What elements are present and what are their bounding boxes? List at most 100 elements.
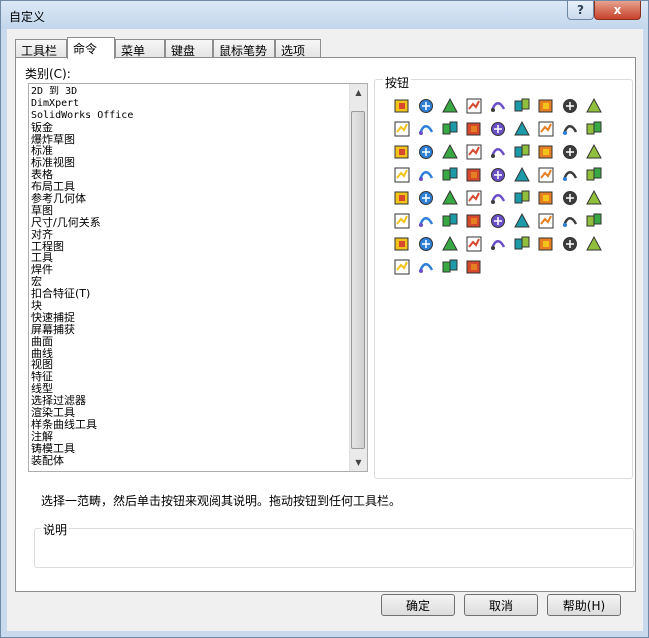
dotted-arc-icon[interactable] [537,189,555,207]
flowchart-icon[interactable] [417,97,435,115]
category-item[interactable]: 选择过滤器 [31,395,349,407]
steps-icon[interactable] [513,97,531,115]
gear-icon[interactable] [393,143,411,161]
frame-icon[interactable] [513,120,531,138]
category-item[interactable]: 注解 [31,431,349,443]
dot-grid-icon[interactable] [489,212,507,230]
bar-step-icon[interactable] [465,258,483,276]
list-icon[interactable] [393,189,411,207]
table-icon[interactable] [393,166,411,184]
category-item[interactable]: 渲染工具 [31,407,349,419]
category-item[interactable]: 屏幕捕获 [31,324,349,336]
category-item[interactable]: 对齐 [31,229,349,241]
green-rects-icon[interactable] [489,235,507,253]
close-button[interactable]: x [594,1,641,20]
spline-icon[interactable] [585,189,603,207]
bar-chart-icon[interactable] [489,120,507,138]
category-item[interactable]: 曲线 [31,348,349,360]
category-item[interactable]: 特征 [31,371,349,383]
sketch-box-icon[interactable] [561,212,579,230]
target-icon[interactable] [537,97,555,115]
assembly-icon[interactable] [537,235,555,253]
rotate-icon[interactable] [513,235,531,253]
point-plus-icon[interactable] [393,212,411,230]
snap-grid-icon[interactable] [465,212,483,230]
category-item[interactable]: 曲面 [31,336,349,348]
graph-icon[interactable] [513,212,531,230]
category-item[interactable]: 块 [31,300,349,312]
pattern-dots-icon[interactable] [417,235,435,253]
save-disk-icon[interactable] [537,143,555,161]
picture-icon[interactable] [513,166,531,184]
category-scrollbar[interactable]: ▲ ▼ [349,84,367,471]
screen-icon[interactable] [393,258,411,276]
category-item[interactable]: 线型 [31,383,349,395]
tab-mouse-gestures[interactable]: 鼠标笔势 [213,39,275,58]
tab-options[interactable]: 选项 [275,39,321,58]
percent-icon[interactable] [465,143,483,161]
line-icon[interactable] [441,189,459,207]
stairs-icon[interactable] [585,97,603,115]
chart-axis-icon[interactable] [489,166,507,184]
spiral-icon[interactable] [489,97,507,115]
pie-chart-icon[interactable] [585,120,603,138]
cube-yellow-icon[interactable] [585,212,603,230]
printer-icon[interactable] [585,166,603,184]
scroll-up-icon[interactable]: ▲ [350,84,367,101]
text-a-icon[interactable] [441,97,459,115]
category-item[interactable]: 参考几何体 [31,193,349,205]
cylinder-icon[interactable] [393,235,411,253]
category-item[interactable]: 工具 [31,252,349,264]
pointer-click-icon[interactable] [441,143,459,161]
category-item[interactable]: 标准视图 [31,157,349,169]
sw-r-icon[interactable] [513,143,531,161]
bold-italic-icon[interactable] [417,120,435,138]
part-cube-icon[interactable] [441,166,459,184]
check-x-icon[interactable] [417,258,435,276]
ellipse-icon[interactable] [561,189,579,207]
tab-keyboard[interactable]: 键盘 [165,39,213,58]
mirror-icon[interactable] [441,212,459,230]
copy-pages-icon[interactable] [561,143,579,161]
cursor-icon[interactable] [417,143,435,161]
category-list[interactable]: 2D 到 3D DimXpert SolidWorks Office 钣金 爆炸草图 标准… [28,83,368,472]
category-item[interactable]: 尺寸/几何关系 [31,217,349,229]
cancel-button[interactable]: 取消 [464,594,538,616]
category-item[interactable]: 表格 [31,169,349,181]
category-item[interactable]: 样条曲线工具 [31,419,349,431]
slot-icon[interactable] [489,189,507,207]
tab-toolbars[interactable]: 工具栏 [15,39,67,58]
chain-icon[interactable] [441,235,459,253]
wave-icon[interactable] [585,235,603,253]
tab-menus[interactable]: 菜单 [115,39,165,58]
sparkle-icon[interactable] [561,120,579,138]
category-item[interactable]: 草图 [31,205,349,217]
category-item[interactable]: 钣金 [31,122,349,134]
help-footer-button[interactable]: 帮助(H) [547,594,621,616]
camera-target-icon[interactable] [537,120,555,138]
category-item[interactable]: 扣合特征(T) [31,288,349,300]
category-item[interactable]: 宏 [31,276,349,288]
partial-rect-icon[interactable] [417,212,435,230]
category-item[interactable]: 布局工具 [31,181,349,193]
ruler-icon[interactable] [585,143,603,161]
circle-dot-icon[interactable] [513,189,531,207]
category-item[interactable]: 快速捕捉 [31,312,349,324]
grid-pattern-icon[interactable] [561,97,579,115]
category-item[interactable]: 工程图 [31,241,349,253]
green-sphere-icon[interactable] [393,120,411,138]
sw-3d-icon[interactable] [489,143,507,161]
swap-icon[interactable] [561,235,579,253]
help-button[interactable]: ? [567,1,594,20]
folder-open-icon[interactable] [537,166,555,184]
category-item[interactable]: DimXpert [31,98,349,110]
import-3d-icon[interactable] [393,97,411,115]
pliers-icon[interactable] [441,258,459,276]
category-item[interactable]: 爆炸草图 [31,134,349,146]
tab-commands[interactable]: 命令 [67,37,115,59]
scroll-thumb[interactable] [351,111,365,449]
lines-icon[interactable] [465,120,483,138]
category-item[interactable]: 2D 到 3D [31,86,349,98]
ok-button[interactable]: 确定 [381,594,455,616]
rectangle-icon[interactable] [465,189,483,207]
